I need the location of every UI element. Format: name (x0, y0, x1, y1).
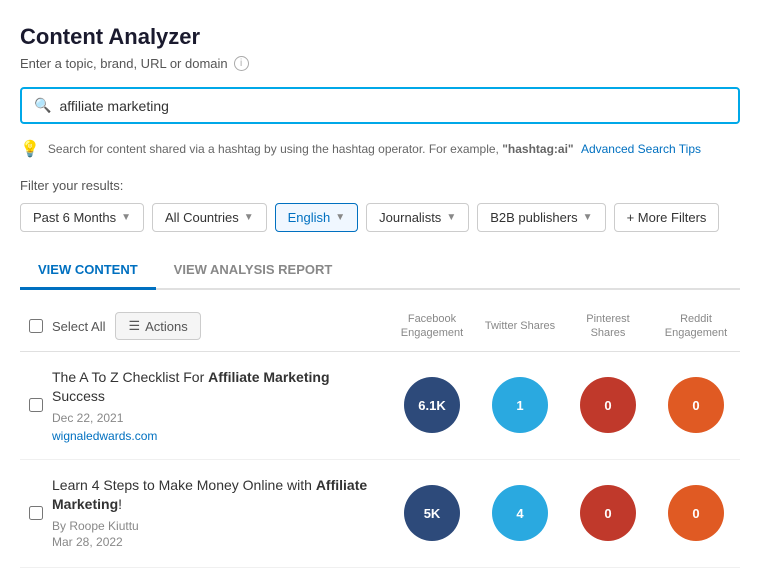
chevron-down-icon: ▼ (244, 212, 254, 223)
row-checkbox-col (20, 506, 52, 520)
search-icon: 🔍 (34, 97, 51, 114)
hint-row: 💡 Search for content shared via a hashta… (20, 140, 740, 162)
result-date: Dec 22, 2021 (52, 411, 376, 425)
facebook-bubble: 6.1K (404, 377, 460, 433)
filter-label: Filter your results: (20, 178, 740, 193)
col-pinterest: PinterestShares (564, 312, 652, 341)
search-input[interactable] (59, 98, 726, 114)
filter-language[interactable]: English ▼ (275, 203, 359, 232)
table-row: Learn 4 Steps to Make Money Online with … (20, 460, 740, 568)
result-title: The A To Z Checklist For Affiliate Marke… (52, 368, 376, 407)
col-reddit: RedditEngagement (652, 312, 740, 341)
filter-countries[interactable]: All Countries ▼ (152, 203, 267, 232)
table-row: The A To Z Checklist For Affiliate Marke… (20, 352, 740, 460)
row-checkbox-col (20, 398, 52, 412)
pinterest-bubble: 0 (580, 485, 636, 541)
filter-past-months[interactable]: Past 6 Months ▼ (20, 203, 144, 232)
info-icon[interactable]: i (234, 56, 249, 71)
page-title: Content Analyzer (20, 24, 740, 50)
select-all-checkbox[interactable] (29, 319, 43, 333)
result-title: Learn 4 Steps to Make Money Online with … (52, 476, 376, 515)
actions-icon: ☰ (128, 318, 140, 334)
search-box: 🔍 (20, 87, 740, 124)
tabs-row: VIEW CONTENT VIEW ANALYSIS REPORT (20, 252, 740, 290)
col-twitter: Twitter Shares (476, 319, 564, 333)
advanced-search-link[interactable]: Advanced Search Tips (581, 142, 701, 156)
row-checkbox[interactable] (29, 398, 43, 412)
filter-publishers[interactable]: B2B publishers ▼ (477, 203, 605, 232)
select-all-checkbox-col (20, 319, 52, 333)
reddit-bubble: 0 (668, 377, 724, 433)
pinterest-bubble: 0 (580, 377, 636, 433)
filter-row: Past 6 Months ▼ All Countries ▼ English … (20, 203, 740, 232)
chevron-down-icon: ▼ (121, 212, 131, 223)
hint-text: Search for content shared via a hashtag … (48, 140, 701, 158)
twitter-bubble: 1 (492, 377, 548, 433)
page-container: Content Analyzer Enter a topic, brand, U… (0, 0, 760, 588)
chevron-down-icon: ▼ (446, 212, 456, 223)
chevron-down-icon: ▼ (583, 212, 593, 223)
reddit-bubble: 0 (668, 485, 724, 541)
tab-view-analysis[interactable]: VIEW ANALYSIS REPORT (156, 252, 351, 290)
facebook-bubble: 5K (404, 485, 460, 541)
subtitle-text: Enter a topic, brand, URL or domain (20, 56, 228, 71)
chevron-down-icon: ▼ (335, 212, 345, 223)
tab-view-content[interactable]: VIEW CONTENT (20, 252, 156, 290)
col-facebook: FacebookEngagement (388, 312, 476, 341)
result-date: Mar 28, 2022 (52, 535, 376, 549)
select-all-label: Select All (52, 319, 105, 334)
page-subtitle: Enter a topic, brand, URL or domain i (20, 56, 740, 71)
result-metrics: 6.1K 1 0 0 (388, 377, 740, 433)
column-labels: FacebookEngagement Twitter Shares Pinter… (388, 312, 740, 341)
result-domain-link[interactable]: wignaledwards.com (52, 429, 157, 443)
filter-journalists[interactable]: Journalists ▼ (366, 203, 469, 232)
row-checkbox[interactable] (29, 506, 43, 520)
twitter-bubble: 4 (492, 485, 548, 541)
more-filters-button[interactable]: + More Filters (614, 203, 720, 232)
result-content: The A To Z Checklist For Affiliate Marke… (52, 368, 388, 443)
result-content: Learn 4 Steps to Make Money Online with … (52, 476, 388, 551)
actions-button[interactable]: ☰ Actions (115, 312, 200, 340)
table-header: Select All ☰ Actions FacebookEngagement … (20, 306, 740, 352)
bulb-icon: 💡 (20, 138, 40, 162)
result-by: By Roope Kiuttu (52, 519, 376, 533)
result-metrics: 5K 4 0 0 (388, 485, 740, 541)
